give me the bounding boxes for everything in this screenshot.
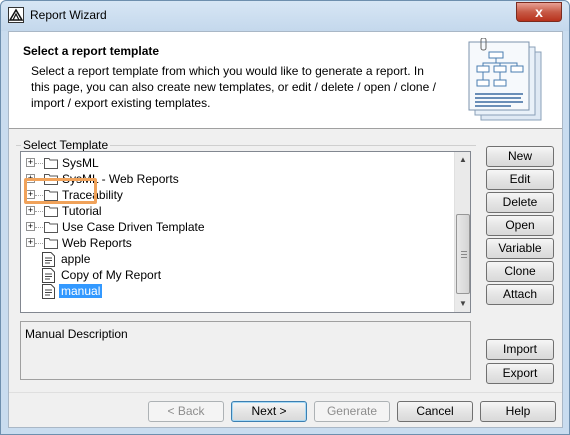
tree-template-manual[interactable]: manual [21,283,451,299]
tree-item-label: SysML [62,156,99,170]
tree-folder-web-reports[interactable]: + Web Reports [21,235,451,251]
report-wizard-window: Report Wizard x Select a report template… [0,0,570,435]
folder-icon [44,238,58,249]
window-title: Report Wizard [30,8,107,22]
grip-line [461,254,467,255]
scroll-down-icon[interactable]: ▼ [455,296,470,312]
title-bar[interactable]: Report Wizard x [1,1,569,31]
selection-highlight-box [24,178,97,204]
template-document-icon [42,284,55,299]
export-button[interactable]: Export [486,363,554,384]
expand-icon[interactable]: + [26,222,35,231]
tree-item-label: Copy of My Report [61,268,162,282]
grip-line [461,251,467,252]
folder-icon [44,222,58,233]
footer-divider [9,392,562,393]
folder-icon [44,158,58,169]
tree-folder-tutorial[interactable]: + Tutorial [21,203,451,219]
template-tree[interactable]: + SysML + SysML - Web Reports + Traceabi… [20,151,471,313]
clone-button[interactable]: Clone [486,261,554,282]
expand-icon[interactable]: + [26,206,35,215]
template-description-panel: Manual Description [20,321,471,380]
close-button[interactable]: x [516,2,562,22]
folder-icon [44,206,58,217]
report-template-illustration [468,38,542,121]
template-document-icon [42,268,55,283]
edit-button[interactable]: Edit [486,169,554,190]
select-template-label: Select Template [21,138,111,152]
delete-button[interactable]: Delete [486,192,554,213]
open-button[interactable]: Open [486,215,554,236]
template-document-icon [42,252,55,267]
tree-folder-use-case-driven-template[interactable]: + Use Case Driven Template [21,219,451,235]
grip-line [461,257,467,258]
tree-connector [35,211,43,212]
template-description-text: Manual Description [25,327,128,341]
tree-item-label: Tutorial [62,204,102,218]
tree-template-copy-of-my-report[interactable]: Copy of My Report [21,267,451,283]
tree-item-label: Web Reports [62,236,132,250]
new-button[interactable]: New [486,146,554,167]
tree-item-label-selected: manual [59,284,103,298]
tree-folder-sysml[interactable]: + SysML [21,155,451,171]
attach-button[interactable]: Attach [486,284,554,305]
tree-connector [35,243,43,244]
cancel-button[interactable]: Cancel [397,401,473,422]
tree-scrollbar[interactable]: ▲ ▼ [454,152,470,312]
wizard-header: Select a report template Select a report… [9,32,562,129]
help-button[interactable]: Help [480,401,556,422]
page-title: Select a report template [23,44,160,58]
next-button[interactable]: Next > [231,401,307,422]
back-button[interactable]: < Back [148,401,224,422]
page-description: Select a report template from which you … [31,64,436,110]
generate-button[interactable]: Generate [314,401,390,422]
expand-icon[interactable]: + [26,158,35,167]
tree-item-label: Use Case Driven Template [62,220,205,234]
tree-item-label: apple [61,252,91,266]
variable-button[interactable]: Variable [486,238,554,259]
wizard-body: Select a report template Select a report… [8,31,563,428]
expand-icon[interactable]: + [26,238,35,247]
magicdraw-icon [8,7,24,23]
scroll-up-icon[interactable]: ▲ [455,152,470,168]
tree-template-apple[interactable]: apple [21,251,451,267]
tree-connector [35,227,43,228]
scroll-thumb[interactable] [456,214,470,294]
tree-connector [35,163,43,164]
import-button[interactable]: Import [486,339,554,360]
